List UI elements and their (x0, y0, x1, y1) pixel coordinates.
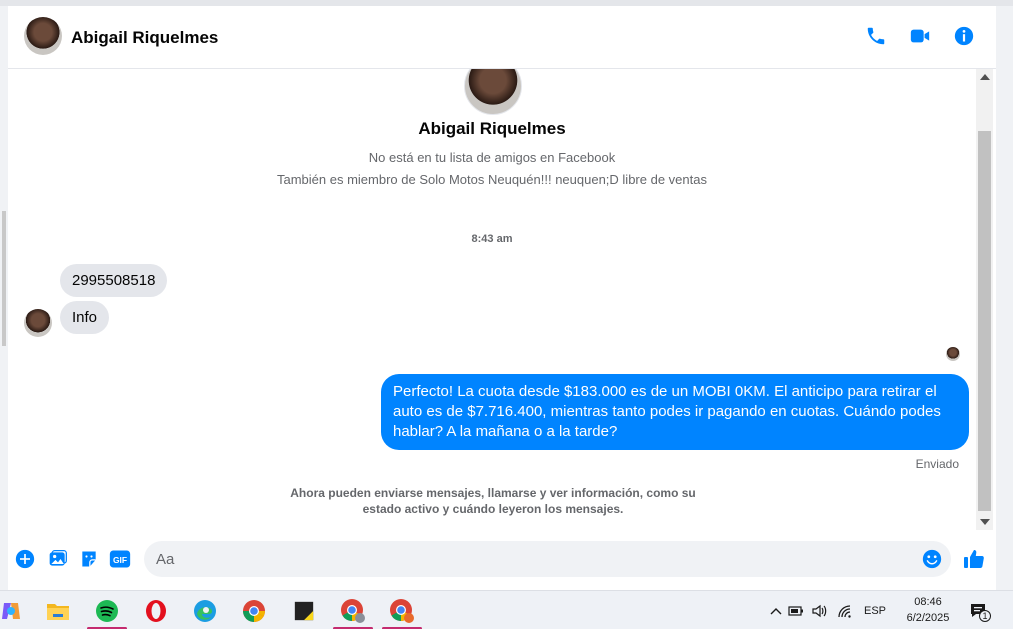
chrome-icon[interactable] (239, 596, 269, 626)
system-tray: ESP (768, 591, 892, 629)
profile-group-membership: También es miembro de Solo Motos Neuquén… (277, 172, 707, 187)
image-icon[interactable] (47, 548, 69, 570)
emoji-icon[interactable] (921, 548, 943, 570)
message-input-wrapper (144, 541, 951, 577)
scroll-down-arrow[interactable] (980, 519, 990, 525)
notification-icon[interactable]: 1 (969, 600, 991, 622)
privacy-notice: Ahora pueden enviarse mensajes, llamarse… (290, 486, 696, 516)
gif-icon-label: GIF (113, 555, 127, 565)
thread-scrollbar[interactable] (976, 69, 993, 530)
volume-icon[interactable] (808, 604, 832, 618)
header-avatar[interactable] (24, 17, 62, 55)
incoming-message[interactable]: Info (60, 301, 110, 334)
clock-time: 08:46 (914, 596, 942, 608)
like-thumb-icon[interactable] (962, 547, 986, 571)
scroll-thumb[interactable] (978, 131, 991, 511)
sticky-notes-icon[interactable] (289, 596, 319, 626)
gif-icon[interactable]: GIF (109, 548, 131, 570)
right-edge (996, 6, 1013, 590)
video-camera-icon[interactable] (907, 23, 933, 49)
sticker-icon[interactable] (78, 548, 100, 570)
spotify-icon[interactable] (87, 596, 127, 629)
battery-icon[interactable] (784, 605, 808, 617)
sender-avatar[interactable] (24, 309, 52, 337)
left-edge (0, 6, 8, 590)
profile-avatar[interactable] (464, 69, 522, 115)
header-contact-name[interactable]: Abigail Riquelmes (71, 28, 218, 48)
copilot-icon[interactable] (0, 596, 26, 626)
scroll-up-arrow[interactable] (980, 74, 990, 80)
windows-taskbar: ESP 08:46 6/2/2025 1 (0, 590, 1013, 629)
chevron-up-icon[interactable] (768, 607, 784, 615)
chrome-profile-a-icon[interactable] (333, 596, 373, 629)
wifi-icon[interactable] (832, 604, 858, 618)
opera-icon[interactable] (141, 596, 171, 626)
info-icon[interactable] (951, 23, 977, 49)
seen-receipt-avatar (946, 347, 960, 361)
notification-count-badge: 1 (979, 609, 991, 622)
profile-name[interactable]: Abigail Riquelmes (8, 119, 976, 139)
chat-header: Abigail Riquelmes (8, 6, 996, 69)
message-input[interactable] (156, 541, 916, 577)
left-edge-mark (2, 211, 6, 346)
timestamp-separator: 8:43 am (471, 233, 513, 245)
sent-status: Enviado (915, 457, 959, 471)
outgoing-message[interactable]: Perfecto! La cuota desde $183.000 es de … (381, 374, 969, 450)
notification-center[interactable]: 1 (969, 591, 991, 629)
message-thread: Abigail Riquelmes No está en tu lista de… (8, 69, 976, 530)
clock-date: 6/2/2025 (906, 612, 950, 624)
file-explorer-icon[interactable] (43, 596, 73, 626)
edge-icon[interactable] (190, 596, 220, 626)
taskbar-clock[interactable]: 08:46 6/2/2025 (900, 594, 956, 626)
phone-icon[interactable] (863, 23, 889, 49)
message-composer: GIF (8, 530, 996, 590)
language-indicator[interactable]: ESP (858, 605, 892, 617)
chrome-profile-b-icon[interactable] (382, 596, 422, 629)
profile-friend-status: No está en tu lista de amigos en Faceboo… (368, 150, 616, 165)
plus-circle-icon[interactable] (14, 548, 36, 570)
incoming-message[interactable]: 2995508518 (60, 264, 168, 297)
